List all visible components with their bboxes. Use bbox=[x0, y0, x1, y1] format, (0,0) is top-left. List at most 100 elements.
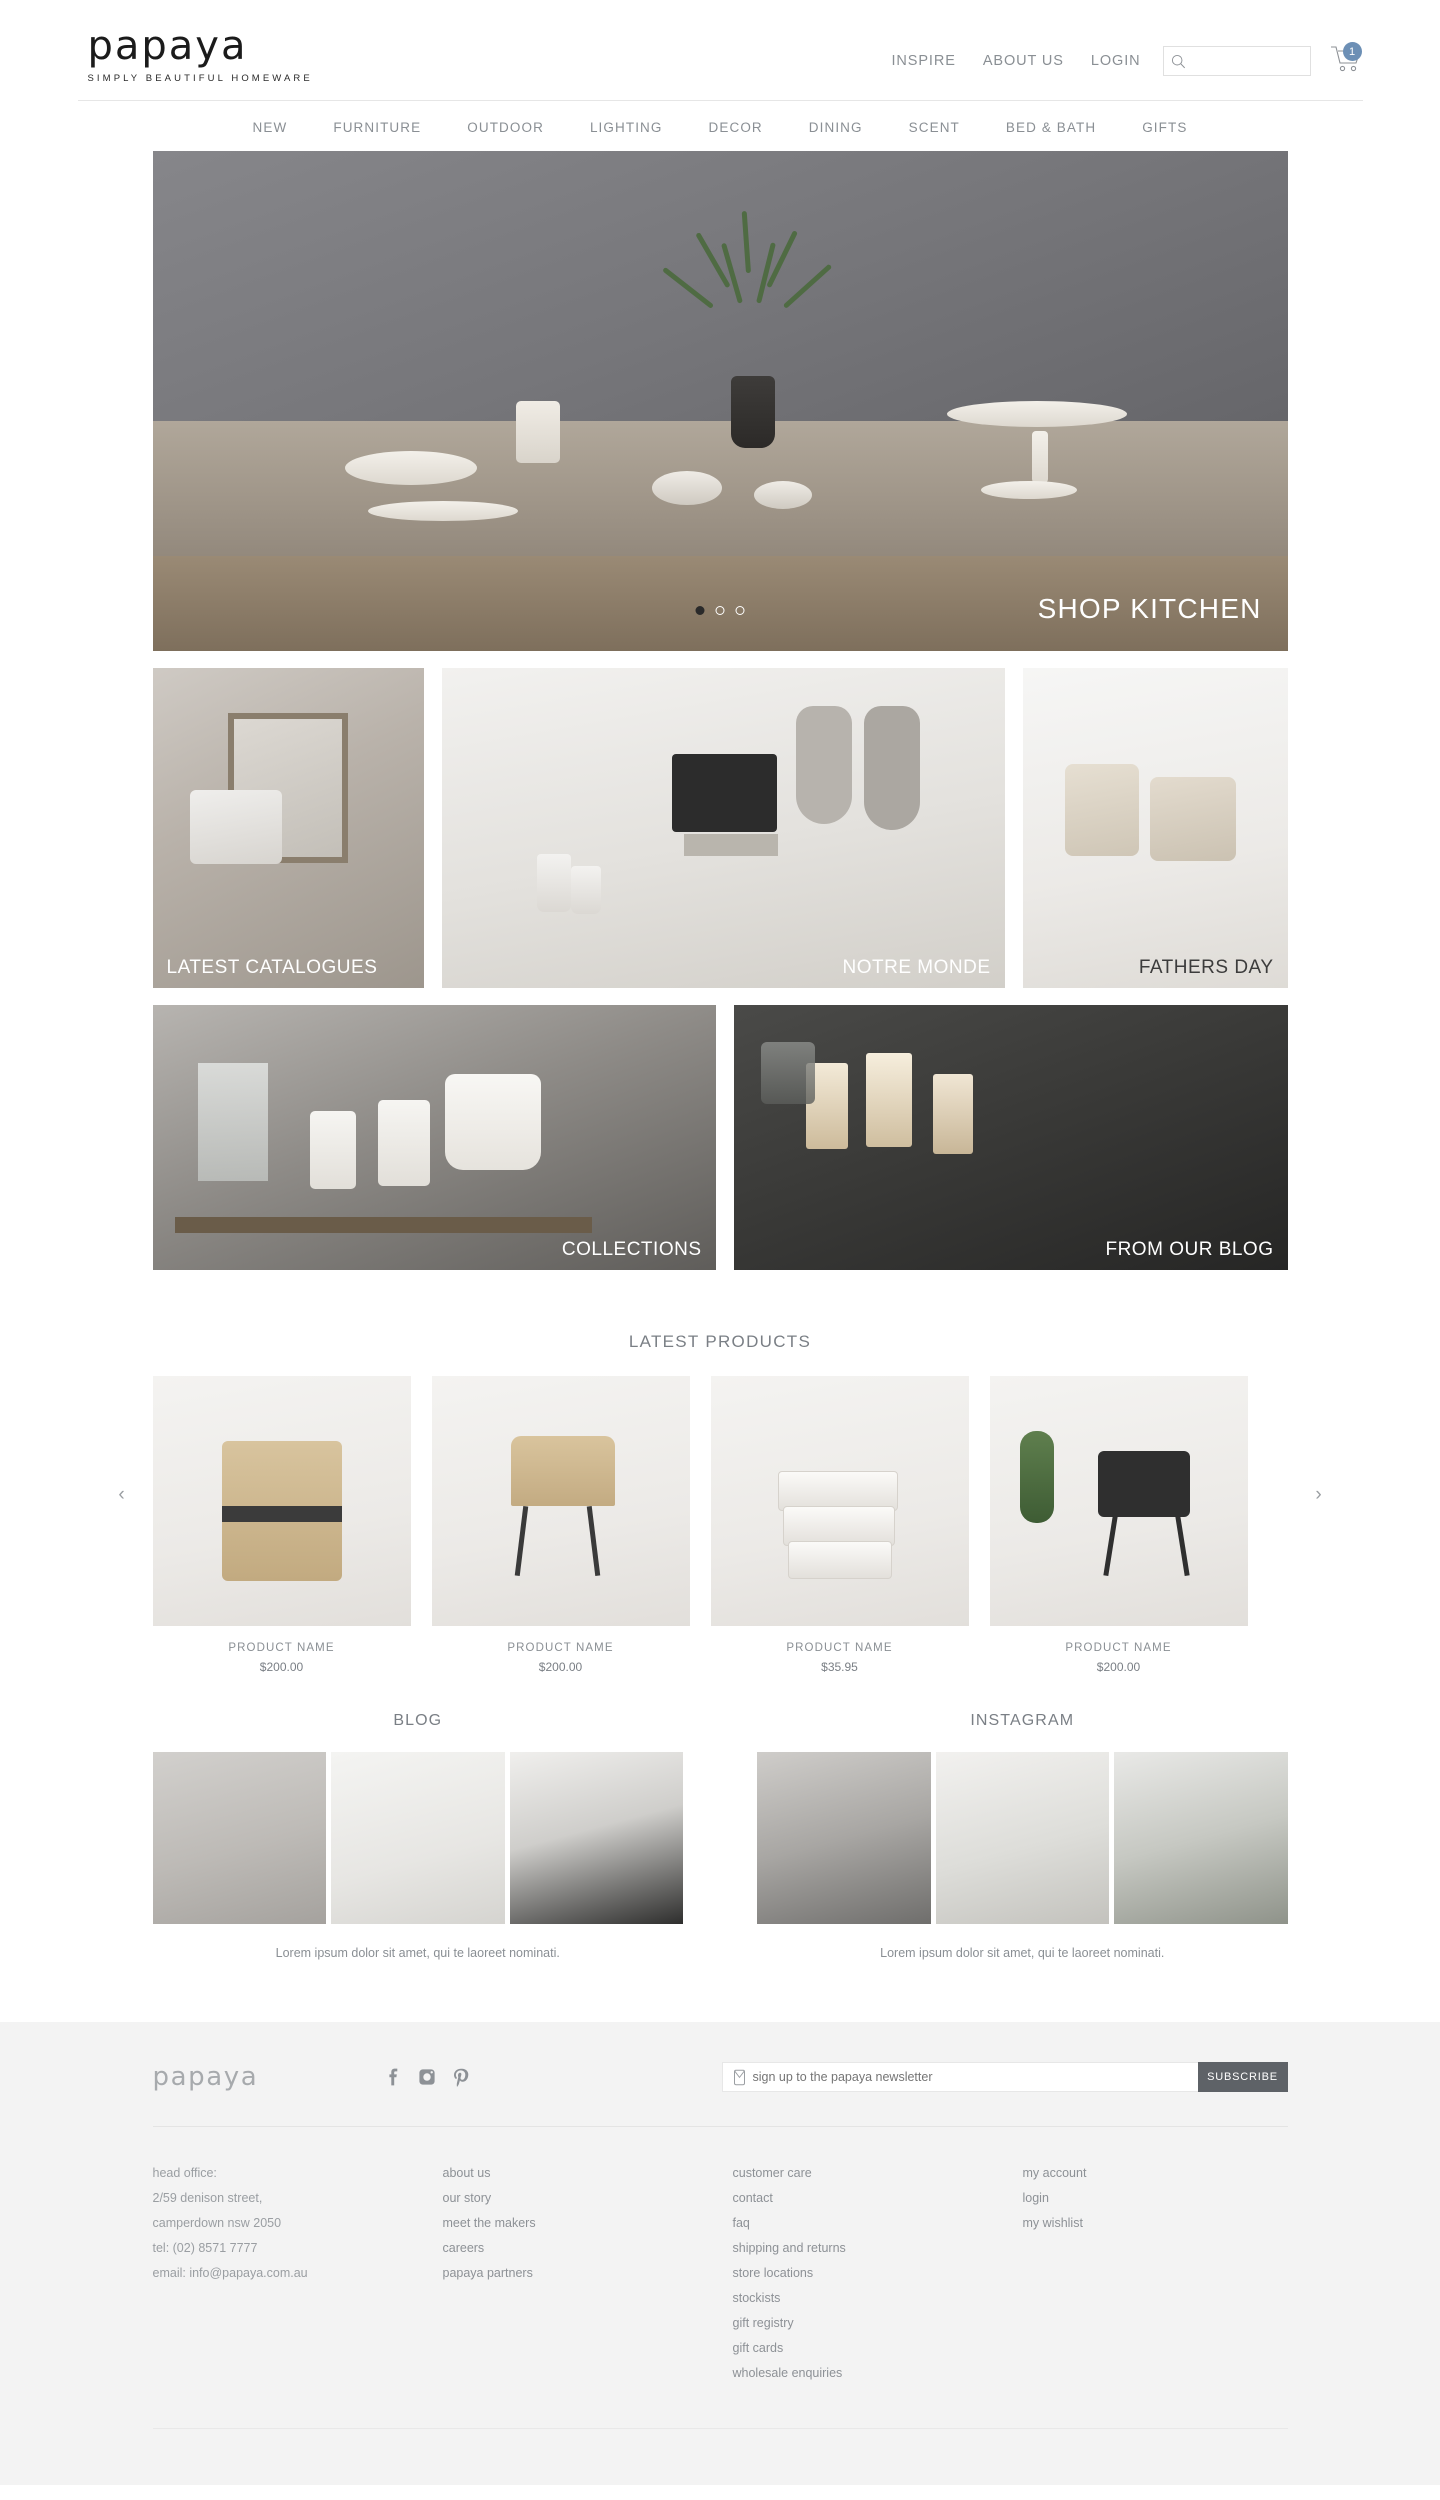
nav-item-bed-and-bath[interactable]: BED & BATH bbox=[983, 120, 1119, 135]
product-name: PRODUCT NAME bbox=[786, 1642, 893, 1654]
feeds-section: BLOG Lorem ipsum dolor sit amet, qui te … bbox=[152, 1712, 1288, 1960]
footer-columns: head office: 2/59 denison street, camper… bbox=[153, 2127, 1288, 2386]
latest-products-carousel: ‹ PRODUCT NAME $200.00 PRODUCT NAME $200… bbox=[118, 1376, 1322, 1674]
footer-divider bbox=[152, 2428, 1288, 2429]
decor-plant bbox=[662, 210, 833, 361]
blog-feed: BLOG Lorem ipsum dolor sit amet, qui te … bbox=[152, 1712, 683, 1960]
product-image bbox=[431, 1376, 690, 1626]
decor-cake-stand-base bbox=[981, 481, 1078, 499]
search-icon bbox=[1171, 54, 1185, 68]
product-image bbox=[152, 1376, 411, 1626]
contact-line: camperdown nsw 2050 bbox=[152, 2216, 282, 2230]
blog-thumbnail[interactable] bbox=[331, 1752, 505, 1924]
carousel-dots[interactable] bbox=[695, 606, 745, 615]
product-meta: PRODUCT NAME $200.00 bbox=[153, 1642, 411, 1674]
carousel-dot-1[interactable] bbox=[695, 606, 705, 615]
product-card[interactable]: PRODUCT NAME $200.00 bbox=[152, 1376, 411, 1674]
hero-carousel[interactable]: SHOP KITCHEN ‹ › bbox=[152, 151, 1288, 651]
site-header: papaya SIMPLY BEAUTIFUL HOMEWARE INSPIRE… bbox=[77, 0, 1363, 101]
newsletter-form: SUBSCRIBE bbox=[721, 2062, 1288, 2092]
nav-item-lighting[interactable]: LIGHTING bbox=[567, 120, 686, 135]
top-link-login[interactable]: LOGIN bbox=[1091, 53, 1141, 69]
product-meta: PRODUCT NAME $200.00 bbox=[432, 1642, 690, 1674]
top-link-about-us[interactable]: ABOUT US bbox=[983, 53, 1064, 69]
category-tiles-row-2: COLLECTIONS FROM OUR BLOG bbox=[152, 1005, 1288, 1270]
products-next-arrow[interactable]: › bbox=[1308, 1484, 1330, 1506]
instagram-title: INSTAGRAM bbox=[970, 1712, 1075, 1729]
footer-link-shipping-and-returns[interactable]: shipping and returns bbox=[733, 2236, 1023, 2261]
nav-item-decor[interactable]: DECOR bbox=[686, 120, 786, 135]
footer-link-stockists[interactable]: stockists bbox=[733, 2286, 1023, 2311]
nav-item-furniture[interactable]: FURNITURE bbox=[310, 120, 444, 135]
pinterest-icon[interactable] bbox=[451, 2067, 471, 2087]
footer-link-gift-registry[interactable]: gift registry bbox=[733, 2311, 1023, 2336]
footer-link-contact[interactable]: contact bbox=[733, 2186, 1023, 2211]
products-prev-arrow[interactable]: ‹ bbox=[111, 1484, 133, 1506]
search-input[interactable] bbox=[1189, 47, 1303, 75]
carousel-dot-2[interactable] bbox=[715, 606, 725, 615]
blog-thumbnail[interactable] bbox=[152, 1752, 326, 1924]
subscribe-button[interactable]: SUBSCRIBE bbox=[1197, 2062, 1288, 2092]
top-link-inspire[interactable]: INSPIRE bbox=[891, 53, 955, 69]
product-name: PRODUCT NAME bbox=[228, 1642, 335, 1654]
instagram-thumbnail[interactable] bbox=[1114, 1752, 1288, 1924]
footer-link-wholesale-enquiries[interactable]: wholesale enquiries bbox=[733, 2361, 1023, 2386]
logo-tagline: SIMPLY BEAUTIFUL HOMEWARE bbox=[87, 73, 313, 84]
product-meta: PRODUCT NAME $35.95 bbox=[711, 1642, 969, 1674]
footer-link-about-us[interactable]: about us bbox=[443, 2161, 733, 2186]
carousel-dot-3[interactable] bbox=[735, 606, 745, 615]
hero-cta-label[interactable]: SHOP KITCHEN bbox=[1038, 593, 1262, 625]
footer-link-gift-cards[interactable]: gift cards bbox=[733, 2336, 1023, 2361]
instagram-icon[interactable] bbox=[417, 2067, 437, 2087]
search-box[interactable] bbox=[1162, 46, 1311, 76]
logo-wordmark: papaya bbox=[87, 23, 248, 69]
footer-column-customer-care: customer care contact faq shipping and r… bbox=[733, 2161, 1023, 2386]
footer-top-bar: papaya sign up to the papaya newsletter … bbox=[152, 2062, 1288, 2127]
footer-logo[interactable]: papaya bbox=[153, 2062, 383, 2092]
newsletter-email-input[interactable] bbox=[752, 2063, 1198, 2091]
newsletter-input-wrap[interactable] bbox=[721, 2062, 1198, 2092]
instagram-thumbnail[interactable] bbox=[757, 1752, 931, 1924]
tile-label-collections: COLLECTIONS bbox=[561, 1239, 702, 1260]
instagram-feed: INSTAGRAM Lorem ipsum dolor sit amet, qu… bbox=[757, 1712, 1288, 1960]
product-meta: PRODUCT NAME $200.00 bbox=[990, 1642, 1248, 1674]
tile-latest-catalogues[interactable]: LATEST CATALOGUES bbox=[152, 668, 424, 988]
product-card[interactable]: PRODUCT NAME $200.00 bbox=[989, 1376, 1248, 1674]
tile-notre-monde[interactable]: NOTRE MONDE bbox=[441, 668, 1005, 988]
decor-patterned-bowl-1 bbox=[651, 471, 722, 505]
latest-products-title: LATEST PRODUCTS bbox=[628, 1332, 812, 1351]
tile-fathers-day[interactable]: FATHERS DAY bbox=[1022, 668, 1288, 988]
decor-plate-stack bbox=[368, 501, 519, 521]
footer-link-store-locations[interactable]: store locations bbox=[733, 2261, 1023, 2286]
footer-link-my-wishlist[interactable]: my wishlist bbox=[1023, 2211, 1288, 2236]
contact-line: tel: (02) 8571 7777 bbox=[152, 2241, 258, 2255]
cart-button[interactable]: 1 bbox=[1329, 42, 1363, 78]
footer-link-meet-the-makers[interactable]: meet the makers bbox=[443, 2211, 733, 2236]
instagram-thumbnail[interactable] bbox=[935, 1752, 1109, 1924]
nav-item-gifts[interactable]: GIFTS bbox=[1119, 120, 1210, 135]
tile-collections[interactable]: COLLECTIONS bbox=[152, 1005, 716, 1270]
product-card[interactable]: PRODUCT NAME $200.00 bbox=[431, 1376, 690, 1674]
facebook-icon[interactable] bbox=[383, 2067, 403, 2087]
header-utilities: INSPIRE ABOUT US LOGIN 1 bbox=[891, 26, 1362, 78]
footer-link-login[interactable]: login bbox=[1023, 2186, 1288, 2211]
product-price: $35.95 bbox=[821, 1660, 858, 1674]
page-root: papaya SIMPLY BEAUTIFUL HOMEWARE INSPIRE… bbox=[0, 0, 1440, 2485]
footer-link-my-account[interactable]: my account bbox=[1023, 2161, 1288, 2186]
brand-logo[interactable]: papaya SIMPLY BEAUTIFUL HOMEWARE bbox=[78, 26, 313, 84]
tile-label-latest-catalogues: LATEST CATALOGUES bbox=[166, 957, 378, 978]
footer-link-our-story[interactable]: our story bbox=[443, 2186, 733, 2211]
footer-link-faq[interactable]: faq bbox=[733, 2211, 1023, 2236]
tile-label-fathers-day: FATHERS DAY bbox=[1138, 957, 1274, 978]
tile-from-our-blog[interactable]: FROM OUR BLOG bbox=[733, 1005, 1288, 1270]
nav-item-outdoor[interactable]: OUTDOOR bbox=[444, 120, 567, 135]
blog-thumbnail[interactable] bbox=[509, 1752, 683, 1924]
footer-link-papaya-partners[interactable]: papaya partners bbox=[443, 2261, 733, 2286]
nav-item-scent[interactable]: SCENT bbox=[886, 120, 983, 135]
decor-bowl-large bbox=[345, 451, 478, 485]
product-card[interactable]: PRODUCT NAME $35.95 bbox=[710, 1376, 969, 1674]
nav-item-dining[interactable]: DINING bbox=[786, 120, 886, 135]
footer-link-careers[interactable]: careers bbox=[443, 2236, 733, 2261]
nav-item-new[interactable]: NEW bbox=[230, 120, 311, 135]
footer-link-customer-care[interactable]: customer care bbox=[733, 2161, 1023, 2186]
